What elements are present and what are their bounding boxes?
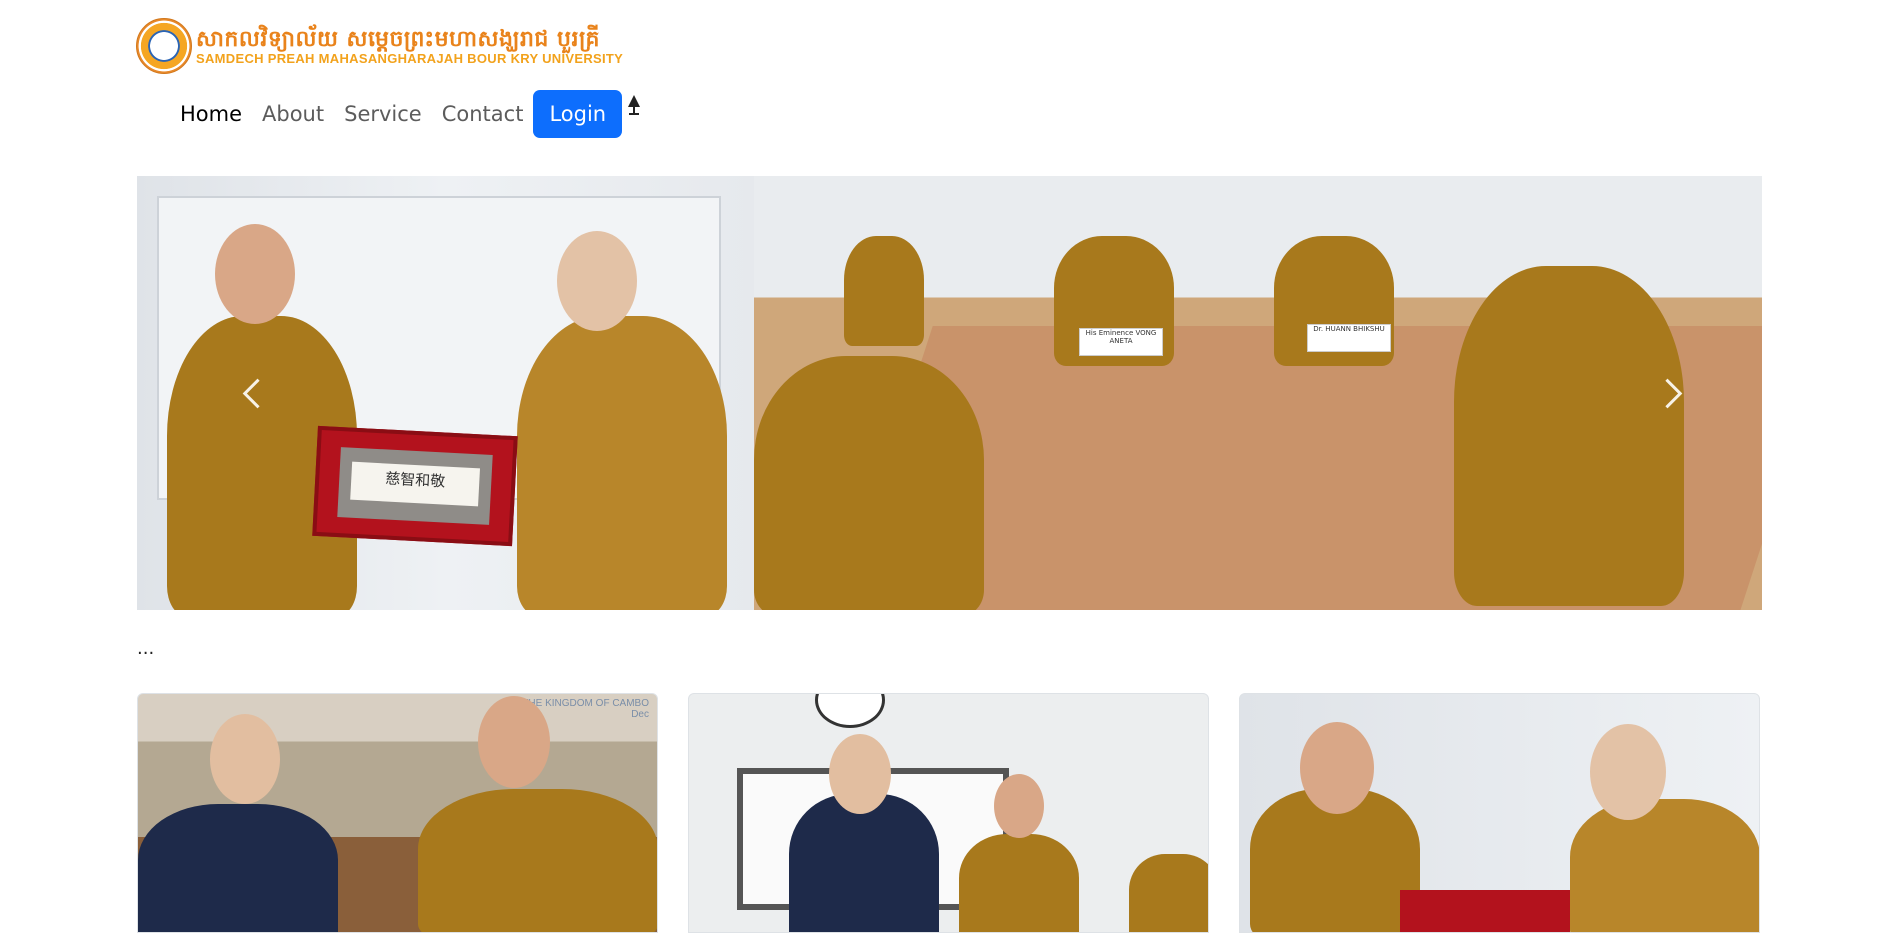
logo-khmer-text: សាកលវិទ្យាល័យ សម្ដេចព្រះមហាសង្ឃរាជ បួរគ្… — [196, 25, 601, 52]
news-card-image[interactable]: THE KINGDOM OF CAMBO Dec — [137, 693, 658, 933]
logo-text: សាកលវិទ្យាល័យ សម្ដេចព្រះមហាសង្ឃរាជ បួរគ្… — [196, 28, 623, 65]
monk-head — [478, 696, 550, 788]
person-head — [829, 734, 891, 814]
news-card-image[interactable] — [1239, 693, 1760, 933]
monk-figure — [959, 834, 1079, 932]
nav-about-link[interactable]: About — [252, 90, 334, 138]
hero-carousel: 慈智和敬 His Eminence VONG ANETA Dr. HUANN B… — [137, 176, 1762, 610]
login-button[interactable]: Login — [533, 90, 623, 138]
carousel-photo-right: His Eminence VONG ANETA Dr. HUANN BHIKSH… — [754, 176, 1762, 610]
monk-figure — [517, 316, 727, 610]
nav-service-link[interactable]: Service — [334, 90, 432, 138]
person-head — [210, 714, 280, 804]
monk-figure — [844, 236, 924, 346]
monk-figure — [418, 789, 657, 932]
carousel-previous-button[interactable] — [227, 176, 287, 610]
nameplate: His Eminence VONG ANETA — [1079, 328, 1163, 356]
nameplate: Dr. HUANN BHIKSHU — [1307, 324, 1391, 352]
framed-calligraphy-plaque: 慈智和敬 — [312, 425, 518, 547]
news-card-image[interactable] — [688, 693, 1209, 933]
plaque-text: 慈智和敬 — [350, 461, 481, 507]
wall-clock — [815, 694, 885, 728]
logo-english-text: SAMDECH PREAH MAHASANGHARAJAH BOUR KRY U… — [196, 50, 624, 66]
monk-head — [994, 774, 1044, 838]
chevron-right-icon — [1652, 378, 1682, 408]
lamp-icon[interactable] — [626, 95, 644, 117]
nav-home-link[interactable]: Home — [170, 90, 252, 138]
university-logo[interactable]: សាកលវិទ្យាល័យ សម្ដេចព្រះមហាសង្ឃរាជ បួរគ្… — [136, 18, 623, 74]
framed-plaque — [1400, 890, 1570, 932]
news-cards: THE KINGDOM OF CAMBO Dec — [137, 693, 1760, 933]
person-figure — [789, 794, 939, 932]
monk-head — [557, 231, 637, 331]
monk-figure — [1129, 854, 1208, 932]
person-figure — [138, 804, 338, 932]
section-ellipsis: ... — [137, 638, 155, 659]
monk-figure — [754, 356, 984, 610]
monk-head — [1590, 724, 1666, 820]
monk-figure — [1570, 799, 1759, 932]
nav-contact-link[interactable]: Contact — [432, 90, 534, 138]
carousel-next-button[interactable] — [1637, 176, 1697, 610]
monk-head — [1300, 722, 1374, 814]
main-navigation: Home About Service Contact Login — [170, 90, 644, 138]
chevron-left-icon — [242, 378, 272, 408]
university-seal-icon — [136, 18, 192, 74]
